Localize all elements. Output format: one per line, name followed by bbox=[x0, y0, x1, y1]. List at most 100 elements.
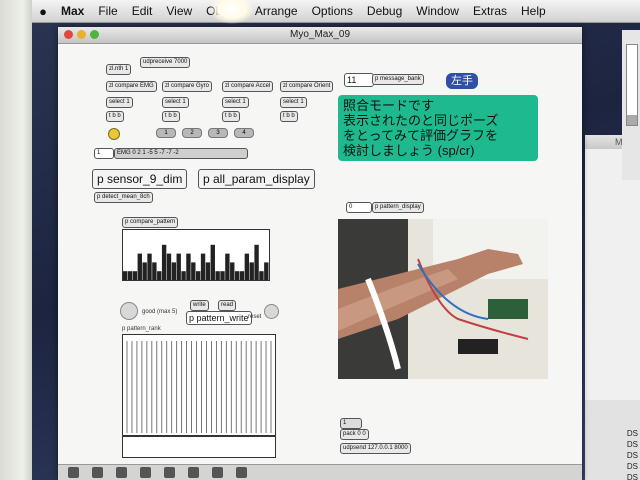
chart-bar bbox=[157, 271, 162, 280]
udpsend-object[interactable]: udpsend 127.0.0.1 8000 bbox=[340, 443, 411, 454]
comment-icon[interactable] bbox=[188, 467, 199, 478]
monitor-bezel bbox=[0, 0, 32, 480]
menu-bar: ● Max File Edit View Object Arrange Opti… bbox=[32, 0, 640, 24]
menu-app[interactable]: Max bbox=[61, 4, 84, 18]
select-object[interactable]: select 1 bbox=[162, 97, 189, 108]
chart-bar bbox=[152, 262, 157, 280]
number-box[interactable]: 1 bbox=[94, 148, 114, 159]
write-message[interactable]: write bbox=[190, 300, 209, 311]
menu-window[interactable]: Window bbox=[416, 4, 459, 18]
file-item[interactable]: DS bbox=[627, 472, 638, 480]
message-bank-subpatch[interactable]: p message_bank bbox=[372, 74, 424, 85]
all-param-display-subpatch[interactable]: p all_param_display bbox=[198, 169, 315, 189]
minimize-button[interactable] bbox=[77, 30, 86, 39]
chart-bar bbox=[176, 253, 181, 280]
file-item[interactable]: DS bbox=[627, 461, 638, 472]
read-message[interactable]: read bbox=[218, 300, 237, 311]
palette-icon[interactable] bbox=[236, 467, 247, 478]
close-button[interactable] bbox=[64, 30, 73, 39]
pattern-rank-multislider[interactable] bbox=[122, 334, 276, 436]
select-object[interactable]: select 1 bbox=[280, 97, 307, 108]
radio-option-3[interactable]: 3 bbox=[208, 128, 228, 138]
file-item[interactable]: DS bbox=[627, 428, 638, 439]
reset-button[interactable] bbox=[264, 304, 279, 319]
detect-mean-subpatch[interactable]: p detect_mean_8ch bbox=[94, 192, 153, 203]
lock-icon[interactable] bbox=[68, 467, 79, 478]
inspector-icon[interactable] bbox=[212, 467, 223, 478]
pattern-write-subpatch[interactable]: p pattern_write bbox=[186, 311, 252, 325]
radio-option-1[interactable]: 1 bbox=[156, 128, 176, 138]
menu-options[interactable]: Options bbox=[312, 4, 353, 18]
apple-icon[interactable]: ● bbox=[32, 4, 54, 19]
compare-gyro-object[interactable]: zl compare Gyro bbox=[162, 81, 213, 92]
chart-bar bbox=[244, 253, 250, 280]
chart-bar bbox=[123, 271, 128, 280]
window-title: Myo_Max_09 bbox=[289, 29, 351, 40]
number-box[interactable]: 0 bbox=[346, 202, 372, 213]
patch-canvas[interactable]: udpreceive 7000 zl.nth 1 zl compare EMG … bbox=[58, 44, 582, 464]
chart-bar bbox=[259, 271, 264, 280]
radio-option-2[interactable]: 2 bbox=[182, 128, 202, 138]
chart-bar bbox=[220, 271, 225, 280]
chart-bar bbox=[230, 262, 235, 280]
chart-bar bbox=[200, 253, 206, 280]
chart-bar bbox=[196, 271, 201, 280]
pack-object[interactable]: pack 0 0 bbox=[340, 429, 369, 440]
menu-debug[interactable]: Debug bbox=[367, 4, 402, 18]
pattern-rank-label: p pattern_rank bbox=[122, 326, 161, 332]
rank-output-box[interactable] bbox=[122, 436, 276, 458]
compare-pattern-subpatch[interactable]: p compare_pattern bbox=[122, 217, 179, 228]
chart-bar bbox=[254, 244, 259, 280]
pattern-display-subpatch[interactable]: p pattern_display bbox=[372, 202, 424, 213]
chart-bar bbox=[234, 271, 240, 280]
emg-message[interactable]: EMG 0 2 1 -5 5 -7 -7 -2 bbox=[114, 148, 248, 159]
chart-bar bbox=[186, 253, 191, 280]
menu-arrange[interactable]: Arrange bbox=[255, 4, 298, 18]
trigger-object[interactable]: t b b bbox=[280, 111, 298, 122]
chart-bar bbox=[205, 262, 211, 280]
chart-bar bbox=[142, 262, 147, 280]
trigger-object[interactable]: t b b bbox=[106, 111, 124, 122]
menu-file[interactable]: File bbox=[98, 4, 117, 18]
instruction-comment: 照合モードです 表示されたのと同じポーズ をとってみて評価グラフを 検討しましょ… bbox=[338, 95, 538, 161]
chart-bar bbox=[181, 271, 186, 280]
compare-accel-object[interactable]: zl compare Accel bbox=[222, 81, 274, 92]
bang-button[interactable] bbox=[108, 128, 120, 140]
patcher-toolbar bbox=[58, 464, 582, 480]
message-icon[interactable] bbox=[164, 467, 175, 478]
chart-bar bbox=[166, 253, 172, 280]
window-titlebar: Myo_Max_09 bbox=[58, 27, 582, 44]
select-object[interactable]: select 1 bbox=[222, 97, 249, 108]
chart-bar bbox=[132, 271, 138, 280]
trigger-object[interactable]: t b b bbox=[162, 111, 180, 122]
zl-nth-object[interactable]: zl.nth 1 bbox=[106, 64, 132, 75]
menu-edit[interactable]: Edit bbox=[132, 4, 153, 18]
file-item[interactable]: DS bbox=[627, 439, 638, 450]
select-object[interactable]: select 1 bbox=[106, 97, 133, 108]
presentation-icon[interactable] bbox=[92, 467, 103, 478]
left-hand-label[interactable]: 左手 bbox=[446, 73, 478, 89]
menu-help[interactable]: Help bbox=[521, 4, 546, 18]
new-object-icon[interactable] bbox=[140, 467, 151, 478]
reset-label: reset bbox=[248, 314, 262, 320]
number-box[interactable]: 1 bbox=[340, 418, 362, 429]
desktop: ● Max File Edit View Object Arrange Opti… bbox=[32, 0, 640, 480]
trigger-object[interactable]: t b b bbox=[222, 111, 240, 122]
file-item[interactable]: DS bbox=[627, 450, 638, 461]
compare-orient-object[interactable]: zl compare Orient bbox=[280, 81, 334, 92]
menu-view[interactable]: View bbox=[166, 4, 192, 18]
chart-bar bbox=[137, 253, 142, 280]
compare-pattern-chart bbox=[122, 229, 270, 281]
udpreceive-object[interactable]: udpreceive 7000 bbox=[140, 57, 191, 68]
good-dial[interactable] bbox=[120, 302, 138, 320]
level-meter bbox=[626, 44, 638, 126]
sensor-dim-subpatch[interactable]: p sensor_9_dim bbox=[92, 169, 188, 189]
grid-icon[interactable] bbox=[116, 467, 127, 478]
menu-extras[interactable]: Extras bbox=[473, 4, 507, 18]
radio-option-4[interactable]: 4 bbox=[234, 128, 254, 138]
zoom-button[interactable] bbox=[90, 30, 99, 39]
file-list: DS DS DS DS DS bbox=[585, 400, 640, 480]
chart-bar bbox=[249, 262, 254, 280]
compare-emg-object[interactable]: zl compare EMG bbox=[106, 81, 157, 92]
number-box[interactable]: 11 bbox=[344, 73, 374, 87]
